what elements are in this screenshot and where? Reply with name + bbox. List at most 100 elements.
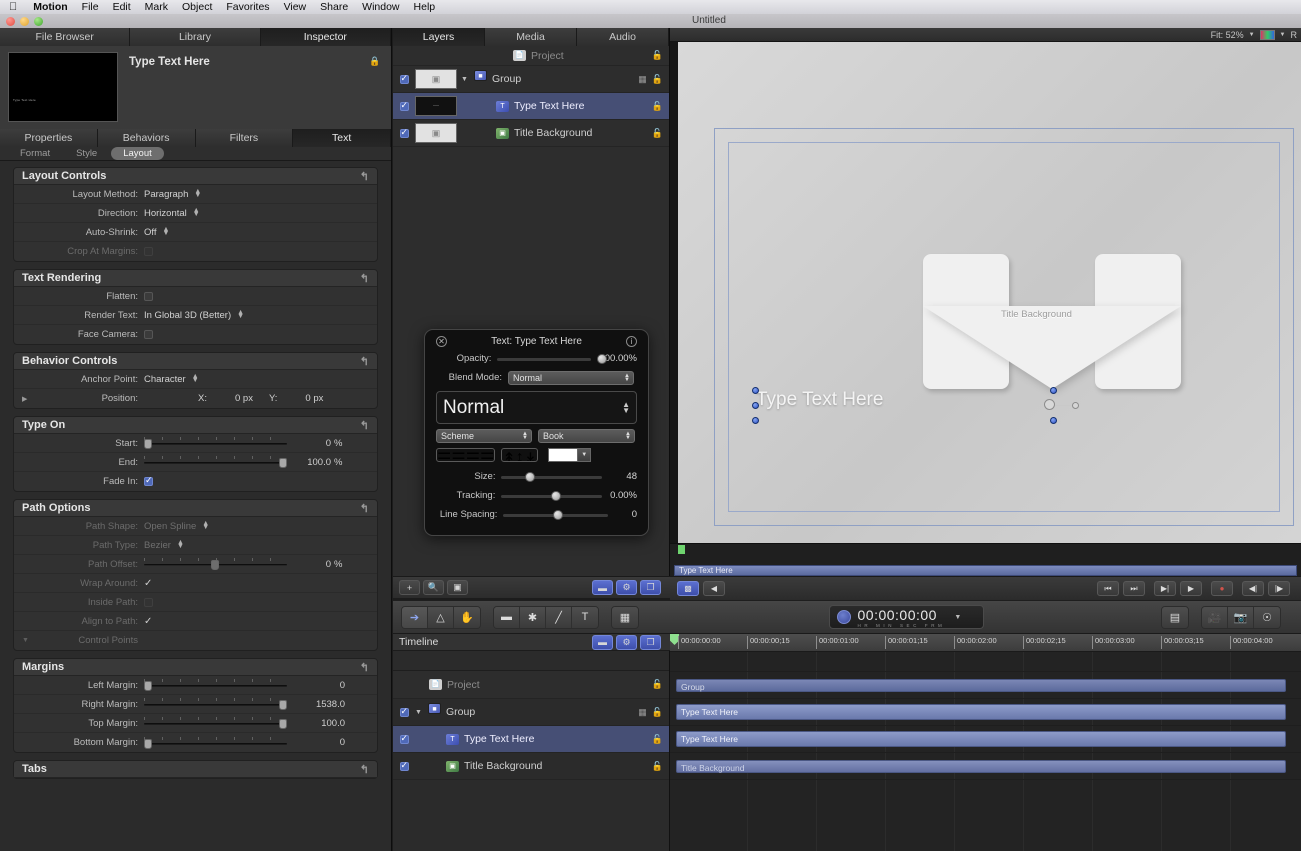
rectangle-icon[interactable]: ▬ <box>494 607 520 628</box>
timecode-value[interactable]: 00:00:00:00 <box>858 607 937 623</box>
menu-item-favorites[interactable]: Favorites <box>219 1 276 13</box>
reset-icon[interactable]: ↰ <box>360 661 369 674</box>
size-slider[interactable] <box>501 471 602 483</box>
timeline-ruler[interactable]: 00:00:00:00 00:00:00;15 00:00:01:00 00:0… <box>670 634 1301 652</box>
hud-tracking-row[interactable]: Tracking: 0.00% <box>436 486 637 505</box>
step-forward-icon[interactable]: |▶ <box>1268 581 1290 596</box>
add-layer-icon[interactable]: + <box>399 580 420 595</box>
slider-knob[interactable] <box>144 439 152 449</box>
channel-view-icon[interactable] <box>1260 30 1275 40</box>
type-on-end-slider[interactable] <box>144 455 287 469</box>
row-path-shape[interactable]: Path Shape: Open Spline ▲▼ <box>14 517 377 536</box>
keyframe-icon[interactable]: ▬ <box>592 580 613 595</box>
menu-item-motion[interactable]: Motion <box>26 1 74 13</box>
left-margin-slider[interactable] <box>144 678 287 692</box>
slider-knob[interactable] <box>553 510 563 520</box>
right-margin-value[interactable]: 1538.0 <box>287 699 345 710</box>
tab-media[interactable]: Media <box>485 28 577 46</box>
timeline-row-title-background[interactable]: ▣ Title Background 🔓 <box>393 753 669 780</box>
fade-in-checkbox[interactable] <box>144 477 153 486</box>
text-color-control[interactable]: ▼ <box>548 448 591 462</box>
share-icon[interactable]: ☉ <box>1254 607 1280 628</box>
lock-icon[interactable]: 🔒 <box>369 52 383 123</box>
face-camera-checkbox[interactable] <box>144 330 153 339</box>
layer-visibility-checkbox[interactable] <box>393 75 415 84</box>
slider-knob[interactable] <box>279 700 287 710</box>
camera-icon[interactable]: 🎥 <box>1202 607 1228 628</box>
row-align-to-path[interactable]: Align to Path: ✓ <box>14 612 377 631</box>
hud-line-spacing-row[interactable]: Line Spacing: 0 <box>436 505 637 524</box>
type-on-start-slider[interactable] <box>144 436 287 450</box>
subtab-format[interactable]: Format <box>8 147 62 160</box>
row-top-margin[interactable]: Top Margin: 100.0 <box>14 714 377 733</box>
chevron-down-icon[interactable]: ▼ <box>578 448 591 462</box>
bezier-pen-icon[interactable]: ✱ <box>520 607 546 628</box>
tab-inspector[interactable]: Inspector <box>261 28 391 46</box>
color-swatch[interactable] <box>548 448 578 462</box>
align-top-icon[interactable]: ↟ <box>502 449 515 461</box>
track-row-group[interactable]: Group <box>670 672 1301 699</box>
timeline-row-group[interactable]: ▼ ■ Group ▦ 🔓 <box>393 699 669 726</box>
timeline-clip[interactable]: Type Text Here <box>676 731 1286 747</box>
render-settings-icon[interactable]: ▤ <box>1162 607 1188 628</box>
group-collapse-icon[interactable]: ▦ <box>638 74 647 85</box>
disclosure-triangle-icon[interactable]: ▶ <box>22 395 34 403</box>
font-name-field[interactable]: Normal ▲▼ <box>436 391 637 424</box>
publish-icon[interactable]: 📷 <box>1228 607 1254 628</box>
timecode-display[interactable]: 00:00:00:00 HR MIN SEC FRM ▼ <box>829 605 984 629</box>
align-right-icon[interactable]: ☰ <box>466 449 480 461</box>
hud-opacity-row[interactable]: Opacity: 100.00% <box>436 349 637 368</box>
preview-thumbnail[interactable]: Type Text Here <box>8 52 118 122</box>
text-hud[interactable]: ✕ Text: Type Text Here i Opacity: 100.00… <box>424 329 649 536</box>
rotation-handle[interactable] <box>1072 402 1079 409</box>
bottom-margin-value[interactable]: 0 <box>287 737 345 748</box>
wrap-around-checkmark-icon[interactable]: ✓ <box>144 578 152 589</box>
align-justify-icon[interactable]: ☰ <box>480 449 494 461</box>
layer-row-type-text-here[interactable]: — T Type Text Here 🔓 <box>393 93 669 120</box>
menu-item-help[interactable]: Help <box>407 1 443 13</box>
track-row-title-background[interactable]: Title Background <box>670 753 1301 780</box>
tab-properties[interactable]: Properties <box>0 129 98 147</box>
layer-thumbnail[interactable]: ▣ <box>415 69 457 89</box>
path-offset-slider[interactable] <box>144 557 287 571</box>
row-position[interactable]: ▶ Position: X: 0 px Y: 0 px <box>14 389 377 408</box>
slider-knob[interactable] <box>279 458 287 468</box>
row-value[interactable]: Paragraph <box>144 189 188 200</box>
tracking-value[interactable]: 0.00% <box>610 490 637 501</box>
row-control-points[interactable]: ▼ Control Points <box>14 631 377 650</box>
layers-icon[interactable]: ❐ <box>640 635 661 650</box>
timeline-row-type-text-here[interactable]: T Type Text Here 🔓 <box>393 726 669 753</box>
bottom-margin-slider[interactable] <box>144 736 287 750</box>
tab-audio[interactable]: Audio <box>577 28 669 46</box>
type-on-end-value[interactable]: 100.0 <box>287 457 331 468</box>
row-left-margin[interactable]: Left Margin: 0 <box>14 676 377 695</box>
path-offset-value[interactable]: 0 <box>287 559 331 570</box>
keyframe-icon[interactable]: ▬ <box>592 635 613 650</box>
timeline-clip[interactable]: Group <box>676 679 1286 692</box>
flatten-checkbox[interactable] <box>144 292 153 301</box>
blend-mode-popup[interactable]: Normal ▲▼ <box>508 371 634 385</box>
layer-visibility-checkbox[interactable] <box>393 735 415 744</box>
row-direction[interactable]: Direction: Horizontal ▲▼ <box>14 204 377 223</box>
timeline-track-area[interactable]: 00:00:00:00 00:00:00;15 00:00:01:00 00:0… <box>670 634 1301 851</box>
layer-row-title-background[interactable]: ▣ ▣ Title Background 🔓 <box>393 120 669 147</box>
close-window-icon[interactable] <box>6 17 15 26</box>
left-margin-value[interactable]: 0 <box>287 680 345 691</box>
layers-icon[interactable]: ❐ <box>640 580 661 595</box>
tracking-slider[interactable] <box>501 490 602 502</box>
row-crop-at-margins[interactable]: Crop At Margins: <box>14 242 377 261</box>
layer-visibility-checkbox[interactable] <box>393 762 415 771</box>
layer-row-project[interactable]: 📄 Project 🔓 <box>393 46 669 66</box>
go-to-end-icon[interactable]: ⏭ <box>1123 581 1145 596</box>
stepper-icon[interactable]: ▲▼ <box>194 190 201 198</box>
disclosure-triangle-icon[interactable]: ▼ <box>22 637 34 644</box>
prev-marker-icon[interactable]: ◀ <box>703 581 725 596</box>
reset-icon[interactable]: ↰ <box>360 272 369 285</box>
slider-knob[interactable] <box>525 472 535 482</box>
row-anchor-point[interactable]: Anchor Point: Character ▲▼ <box>14 370 377 389</box>
text-sub-tab-bar[interactable]: Format Style Layout <box>0 147 391 161</box>
reset-icon[interactable]: ↰ <box>360 419 369 432</box>
row-value[interactable]: Horizontal <box>144 208 187 219</box>
tab-library[interactable]: Library <box>130 28 260 46</box>
layer-row-group[interactable]: ▣ ▼ ■ Group ▦ 🔓 <box>393 66 669 93</box>
